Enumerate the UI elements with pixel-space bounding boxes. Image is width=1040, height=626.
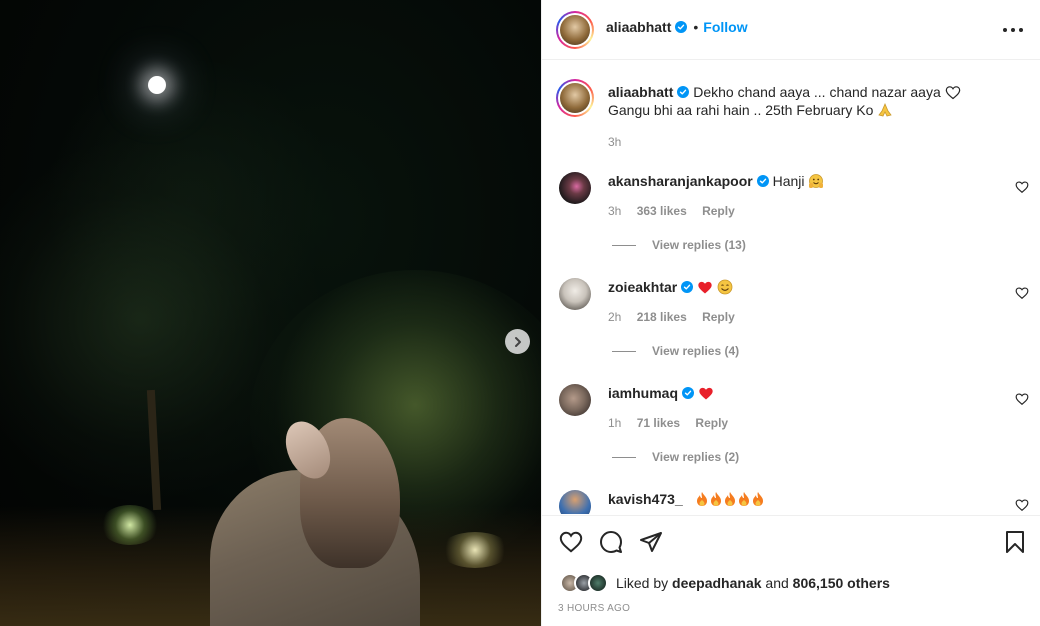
verified-badge-icon — [756, 175, 769, 187]
comment-item: akansharanjankapoor Hanji 3h 363 likes R… — [542, 172, 1040, 278]
comment-icon — [600, 531, 622, 553]
caption-text: aliaabhatt Dekho chand aaya ... chand na… — [608, 83, 1008, 151]
liker-avatar — [588, 573, 608, 593]
liked-by-user[interactable]: deepadhanak — [672, 575, 761, 591]
comment-text: kavish473_ — [608, 490, 765, 508]
post-photo[interactable] — [0, 0, 541, 626]
hugging-face-icon — [809, 174, 824, 188]
comment-meta: 2h 218 likes Reply — [608, 310, 747, 324]
red-heart-icon — [699, 387, 713, 400]
replies-divider — [612, 350, 636, 352]
author-username[interactable]: aliaabhatt — [606, 19, 671, 35]
comments-list[interactable]: aliaabhatt Dekho chand aaya ... chand na… — [542, 61, 1040, 514]
comment-time: 1h — [608, 416, 622, 430]
comment-time: 2h — [608, 310, 622, 324]
commenter-avatar[interactable] — [559, 278, 591, 310]
view-replies-button[interactable]: View replies (2) — [612, 450, 739, 464]
separator-dot: • — [693, 19, 699, 35]
commenter-avatar[interactable] — [559, 172, 591, 204]
like-button[interactable] — [558, 529, 584, 555]
view-replies-button[interactable]: View replies (13) — [612, 238, 746, 252]
more-icon — [1003, 28, 1007, 32]
caption-author-avatar[interactable] — [556, 79, 594, 117]
commenter-username[interactable]: akansharanjankapoor — [608, 173, 753, 189]
bookmark-icon — [1006, 531, 1024, 553]
comment-likes[interactable]: 363 likes — [637, 204, 687, 218]
follow-button[interactable]: Follow — [703, 19, 747, 35]
comment-item: iamhumaq 1h 71 likes Reply View replies … — [542, 384, 1040, 490]
caption-line-1: Dekho chand aaya ... chand nazar aaya — [693, 84, 941, 100]
commenter-avatar[interactable] — [559, 384, 591, 416]
view-replies-label: View replies (13) — [652, 238, 746, 252]
reply-button[interactable]: Reply — [702, 310, 735, 324]
comment-likes[interactable]: 218 likes — [637, 310, 687, 324]
verified-badge-icon — [675, 21, 688, 33]
fire-icon — [724, 492, 735, 506]
liked-by-row[interactable]: Liked by deepadhanak and 806,150 others — [560, 572, 890, 594]
replies-divider — [612, 456, 636, 458]
comment-text: zoieakhtar — [608, 278, 733, 296]
post-side-panel: aliaabhatt • Follow aliaabhatt Dekho chand… — [541, 0, 1040, 626]
replies-divider — [612, 244, 636, 246]
comment-meta: 1h 71 likes Reply — [608, 416, 740, 430]
white-heart-icon — [945, 86, 960, 100]
commenter-avatar[interactable] — [559, 490, 591, 514]
next-photo-button[interactable] — [505, 329, 530, 354]
reply-button[interactable]: Reply — [695, 416, 728, 430]
comment-likes[interactable]: 71 likes — [637, 416, 680, 430]
comment-like-heart-icon[interactable] — [1015, 286, 1029, 300]
liked-by-text: Liked by deepadhanak and 806,150 others — [616, 575, 890, 591]
folded-hands-icon — [878, 102, 892, 117]
post-timestamp[interactable]: 3 HOURS AGO — [558, 603, 630, 614]
heart-icon — [559, 531, 583, 553]
verified-badge-icon — [681, 281, 694, 293]
author-name-row: aliaabhatt • Follow — [606, 19, 748, 35]
fire-icon — [710, 492, 721, 506]
save-button[interactable] — [1002, 529, 1028, 555]
verified-badge-icon — [677, 86, 690, 98]
comment-body: Hanji — [772, 173, 805, 189]
liked-by-prefix: Liked by — [616, 575, 669, 591]
post-header: aliaabhatt • Follow — [542, 0, 1040, 60]
likes-count[interactable]: 806,150 others — [793, 575, 890, 591]
caption-line-2: Gangu bhi aa rahi hain .. 25th February … — [608, 102, 874, 118]
smiling-face-icon — [717, 279, 733, 295]
comment-button[interactable] — [598, 529, 624, 555]
fire-icon — [738, 492, 749, 506]
commenter-username[interactable]: kavish473_ — [608, 491, 683, 507]
share-icon — [640, 532, 662, 552]
red-heart-icon — [698, 281, 712, 294]
comment-item: kavish473_ — [542, 490, 1040, 514]
verified-badge-icon — [682, 387, 695, 399]
comment-text: iamhumaq — [608, 384, 714, 402]
chevron-right-icon — [514, 336, 521, 347]
comment-item: zoieakhtar 2h 218 likes Reply View repli… — [542, 278, 1040, 384]
reply-button[interactable]: Reply — [702, 204, 735, 218]
view-replies-button[interactable]: View replies (4) — [612, 344, 739, 358]
caption-username[interactable]: aliaabhatt — [608, 84, 673, 100]
photo-moon — [148, 76, 166, 94]
comment-like-heart-icon[interactable] — [1015, 180, 1029, 194]
fire-icon — [752, 492, 763, 506]
post-actions: Liked by deepadhanak and 806,150 others … — [542, 515, 1040, 626]
comment-like-heart-icon[interactable] — [1015, 392, 1029, 406]
photo-garden-light — [440, 532, 510, 568]
comment-time: 3h — [608, 204, 622, 218]
author-avatar[interactable] — [556, 11, 594, 49]
comment-text: akansharanjankapoor Hanji — [608, 172, 824, 190]
share-button[interactable] — [638, 529, 664, 555]
liked-by-and: and — [765, 575, 789, 591]
more-options-button[interactable] — [1003, 20, 1023, 40]
view-replies-label: View replies (4) — [652, 344, 740, 358]
view-replies-label: View replies (2) — [652, 450, 740, 464]
fire-icon — [696, 492, 707, 506]
comment-meta: 3h 363 likes Reply — [608, 204, 747, 218]
photo-garden-light — [100, 505, 160, 545]
comment-like-heart-icon[interactable] — [1015, 498, 1029, 512]
commenter-username[interactable]: iamhumaq — [608, 385, 678, 401]
commenter-username[interactable]: zoieakhtar — [608, 279, 677, 295]
caption-time: 3h — [608, 135, 622, 149]
